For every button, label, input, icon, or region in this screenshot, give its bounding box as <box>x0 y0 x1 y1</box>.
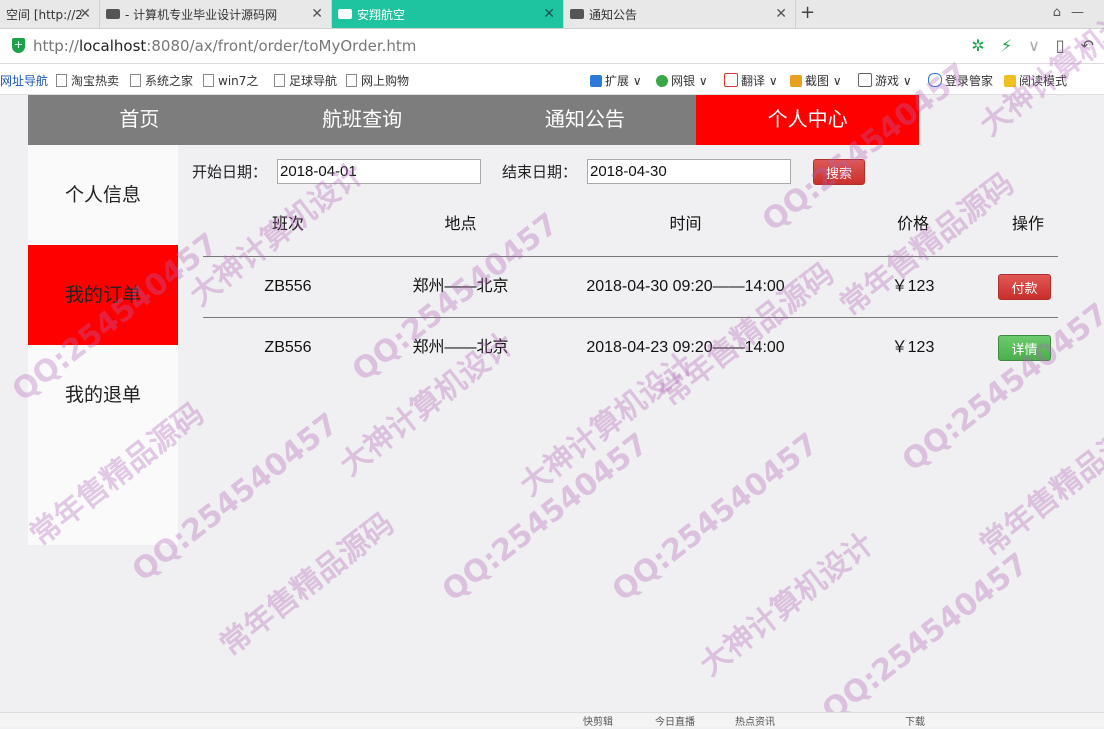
toolbar-extensions[interactable]: 扩展 ∨ <box>590 72 642 89</box>
header-flight: 班次 <box>271 214 304 233</box>
tab-title: 空间 [http://2 <box>6 7 83 22</box>
header-price: 价格 <box>896 214 929 233</box>
bookmark-item[interactable]: 网上购物 <box>346 72 409 89</box>
start-date-label: 开始日期： <box>192 163 268 181</box>
sidebar: 个人信息 我的订单 我的退单 <box>28 145 178 545</box>
phone-icon[interactable]: ▯ <box>1056 36 1065 55</box>
lightning-icon[interactable]: ⚡ <box>1001 36 1012 55</box>
watermark-text: 常年售精品源码 <box>973 406 1104 564</box>
orders-table: 班次 地点 时间 价格 操作 ZB556 郑州——北京 2018-04-30 0… <box>203 200 1058 378</box>
watermark-text: 常年售精品源码 <box>213 506 401 664</box>
search-button[interactable]: 搜索 <box>813 159 865 185</box>
sidebar-item-my-refunds[interactable]: 我的退单 <box>28 345 178 445</box>
book-icon <box>1004 75 1016 87</box>
header-route: 地点 <box>444 214 477 233</box>
bookmark-item[interactable]: win7之 <box>203 72 258 89</box>
watermark-text: QQ:254540457 <box>435 426 656 609</box>
toolbar-reader-mode[interactable]: 阅读模式 <box>1004 72 1067 89</box>
browser-tab-4[interactable]: 通知公告 ✕ <box>564 0 796 28</box>
table-row: ZB556 郑州——北京 2018-04-30 09:20——14:00 ￥12… <box>203 257 1058 318</box>
route: 郑州——北京 <box>412 278 509 295</box>
page-icon <box>130 74 141 87</box>
sidebar-item-my-orders[interactable]: 我的订单 <box>28 245 178 345</box>
close-icon[interactable]: ✕ <box>775 6 787 22</box>
end-date-input[interactable] <box>587 159 791 184</box>
toolbar-bank[interactable]: 网银 ∨ <box>656 72 708 89</box>
toolbar-games[interactable]: 游戏 ∨ <box>858 72 912 89</box>
nav-item-personal-center[interactable]: 个人中心 <box>696 95 919 145</box>
start-date-input[interactable] <box>277 159 481 184</box>
new-tab-icon[interactable]: + <box>800 2 815 23</box>
site-favicon-icon <box>570 9 584 19</box>
toolbar-translate[interactable]: 翻译 ∨ <box>724 72 778 89</box>
flight-time: 2018-04-30 09:20——14:00 <box>586 278 785 295</box>
bookmarks-bar: 网址导航 淘宝热卖 系统之家 win7之 足球导航 网上购物 扩展 ∨ 网银 ∨… <box>0 64 1104 95</box>
close-icon[interactable]: ✕ <box>79 6 91 22</box>
flight-time: 2018-04-23 09:20——14:00 <box>586 339 785 356</box>
route: 郑州——北京 <box>412 339 509 356</box>
toolbar-screenshot[interactable]: 截图 ∨ <box>790 72 842 89</box>
browser-tab-1[interactable]: 空间 [http://2 ✕ <box>0 0 100 28</box>
table-row: ZB556 郑州——北京 2018-04-23 09:20——14:00 ￥12… <box>203 318 1058 378</box>
chevron-down-icon[interactable]: ∨ <box>1028 36 1040 55</box>
header-action: 操作 <box>1011 214 1044 233</box>
main-nav: 首页 航班查询 通知公告 个人中心 <box>28 95 919 145</box>
url-text[interactable]: http://localhost:8080/ax/front/order/toM… <box>33 37 416 55</box>
pay-button[interactable]: 付款 <box>998 274 1051 300</box>
bookmark-item[interactable]: 淘宝热卖 <box>56 72 119 89</box>
page-icon <box>203 74 214 87</box>
search-icon <box>928 73 942 87</box>
nav-item-home[interactable]: 首页 <box>28 95 251 145</box>
watermark-text: 大神计算机设计 <box>693 526 881 684</box>
nav-item-notices[interactable]: 通知公告 <box>474 95 697 145</box>
watermark-text: QQ:254540457 <box>605 426 826 609</box>
browser-tab-2[interactable]: - 计算机专业毕业设计源码网 ✕ <box>100 0 332 28</box>
browser-tabbar: 空间 [http://2 ✕ - 计算机专业毕业设计源码网 ✕ 安翔航空 ✕ 通… <box>0 0 1104 29</box>
page-icon <box>56 74 67 87</box>
gamepad-icon <box>858 73 872 87</box>
table-header: 班次 地点 时间 价格 操作 <box>203 200 1058 257</box>
watermark-text: QQ:254540457 <box>815 546 1036 729</box>
address-bar-tools: ✲ ⚡ ∨ ▯ ↶ <box>971 36 1094 55</box>
page-icon <box>346 74 357 87</box>
bookmark-item[interactable]: 网址导航 <box>0 72 48 89</box>
tab-title: - 计算机专业毕业设计源码网 <box>125 7 278 22</box>
close-icon[interactable]: ✕ <box>543 6 555 22</box>
details-button[interactable]: 详情 <box>998 335 1051 361</box>
browser-status-bar: 快剪辑 今日直播 热点资讯 下载 <box>0 712 1104 728</box>
bookmark-item[interactable]: 系统之家 <box>130 72 193 89</box>
toolbar-login-manager[interactable]: 登录管家 <box>928 72 993 89</box>
speed-icon[interactable]: ✲ <box>971 36 984 55</box>
browser-tab-3[interactable]: 安翔航空 ✕ <box>332 0 564 28</box>
extension-icon <box>590 75 602 87</box>
bank-icon <box>656 75 668 87</box>
tab-title: 通知公告 <box>589 7 638 22</box>
tab-title: 安翔航空 <box>357 7 406 22</box>
site-favicon-icon <box>338 9 352 19</box>
sidebar-item-personal-info[interactable]: 个人信息 <box>28 145 178 245</box>
page-icon <box>274 74 285 87</box>
site-favicon-icon <box>106 9 120 19</box>
scissors-icon <box>790 75 802 87</box>
address-bar[interactable]: + http://localhost:8080/ax/front/order/t… <box>0 29 1104 64</box>
header-time: 时间 <box>669 214 702 233</box>
price: ￥123 <box>891 339 935 356</box>
nav-item-flight-search[interactable]: 航班查询 <box>251 95 474 145</box>
shield-icon: + <box>12 38 25 53</box>
translate-icon <box>724 73 738 87</box>
price: ￥123 <box>891 278 935 295</box>
close-icon[interactable]: ✕ <box>311 6 323 22</box>
flight-number: ZB556 <box>264 339 312 356</box>
window-controls[interactable]: ⌂— <box>1053 5 1094 20</box>
undo-icon[interactable]: ↶ <box>1081 36 1094 55</box>
bookmark-item[interactable]: 足球导航 <box>274 72 337 89</box>
end-date-label: 结束日期： <box>502 163 578 181</box>
flight-number: ZB556 <box>264 278 312 295</box>
